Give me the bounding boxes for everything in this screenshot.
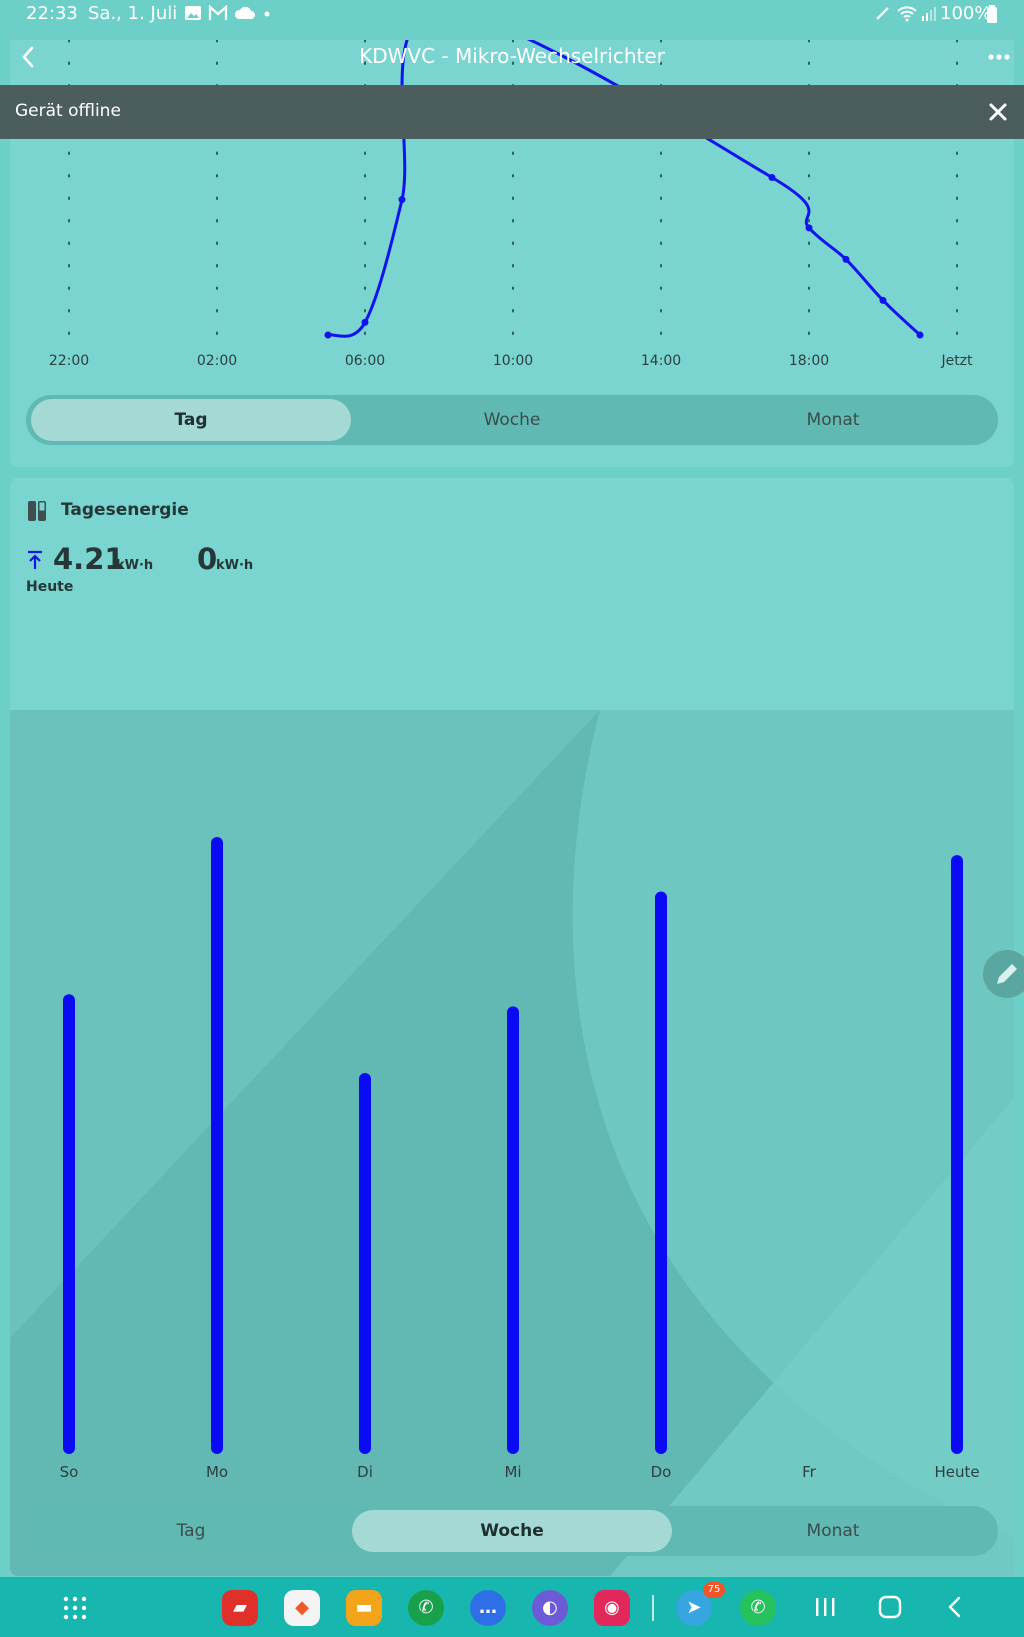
x-tick-label: 06:00 <box>344 353 386 369</box>
power-data-point <box>916 331 924 339</box>
offline-banner: Gerät offline <box>0 85 1024 139</box>
tab-woche[interactable]: Woche <box>352 399 672 441</box>
phone-icon[interactable]: ✆ <box>408 1590 444 1626</box>
energy-card: Tagesenergie 4.21 kW·h Heute 0 kW·h So Mo… <box>10 478 1014 1576</box>
more-icon <box>988 54 1010 60</box>
messages-icon[interactable]: … <box>470 1590 506 1626</box>
x-tick-label: 14:00 <box>640 353 682 369</box>
power-data-point <box>805 224 813 232</box>
bar-category-label: Di <box>357 1463 373 1481</box>
x-tick-label: 02:00 <box>196 353 238 369</box>
app-header: KDWVC - Mikro-Wechselrichter <box>0 30 1024 84</box>
dock-divider <box>652 1595 654 1621</box>
power-period-tabs: Tag Woche Monat <box>26 395 998 445</box>
bar-category-label: Heute <box>934 1463 980 1481</box>
x-tick-label: Jetzt <box>941 353 973 369</box>
wifi-icon <box>896 4 918 22</box>
power-data-point <box>768 174 776 181</box>
signal-icon <box>920 4 938 22</box>
daily-energy-bar-chart <box>63 837 963 1454</box>
energy-period-tabs: Tag Woche Monat <box>26 1506 998 1556</box>
x-tick-label: 18:00 <box>788 353 830 369</box>
bar-category-label: Do <box>650 1463 672 1481</box>
status-date: Sa., 1. Juli <box>88 3 178 24</box>
bar-category-label: So <box>59 1463 79 1481</box>
pen-icon <box>874 4 892 22</box>
status-time: 22:33 <box>26 3 78 24</box>
banner-close-button[interactable] <box>984 98 1012 126</box>
power-data-point <box>842 255 850 263</box>
offline-banner-text: Gerät offline <box>15 101 121 121</box>
power-data-point <box>879 296 887 304</box>
power-data-point <box>361 318 369 326</box>
internet-icon[interactable]: ◐ <box>532 1590 568 1626</box>
page-title: KDWVC - Mikro-Wechselrichter <box>359 44 665 68</box>
tab-tag[interactable]: Tag <box>31 399 351 441</box>
close-icon <box>989 103 1007 121</box>
power-data-point <box>324 331 332 339</box>
brave-icon[interactable]: ◆ <box>284 1590 320 1626</box>
dot-icon <box>258 4 276 22</box>
mail-icon <box>208 4 228 22</box>
battery-icon <box>986 4 998 23</box>
bar-category-label: Mo <box>205 1463 229 1481</box>
cloud-icon <box>234 4 256 22</box>
tab-monat[interactable]: Monat <box>673 1510 993 1552</box>
battery-percent: 100% <box>940 3 992 24</box>
edit-button[interactable] <box>983 950 1024 998</box>
navigation-bar: ▰ ◆ ▬ ✆ … ◐ ◉ ➤ 75 ✆ <box>0 1577 1024 1637</box>
camera-icon[interactable]: ◉ <box>594 1590 630 1626</box>
more-button[interactable] <box>984 42 1014 72</box>
whatsapp-icon[interactable]: ✆ <box>740 1590 776 1626</box>
tab-woche[interactable]: Woche <box>352 1510 672 1552</box>
apps-grid-icon[interactable] <box>58 1591 92 1625</box>
bar-category-label: Fr <box>802 1463 816 1481</box>
home-icon[interactable] <box>875 1592 905 1622</box>
status-bar: 22:33 Sa., 1. Juli 100% <box>0 0 1024 30</box>
tab-monat[interactable]: Monat <box>673 399 993 441</box>
x-tick-label: 10:00 <box>492 353 534 369</box>
files-icon[interactable]: ▬ <box>346 1590 382 1626</box>
telegram-badge: 75 <box>703 1582 725 1598</box>
red-app-icon[interactable]: ▰ <box>222 1590 258 1626</box>
back-icon[interactable] <box>940 1592 970 1622</box>
pencil-icon <box>997 964 1017 984</box>
bar-category-label: Mi <box>504 1463 522 1481</box>
image-icon <box>184 4 202 22</box>
recents-icon[interactable] <box>812 1593 838 1621</box>
power-data-point <box>398 196 406 204</box>
x-tick-label: 22:00 <box>48 353 90 369</box>
tab-tag[interactable]: Tag <box>31 1510 351 1552</box>
